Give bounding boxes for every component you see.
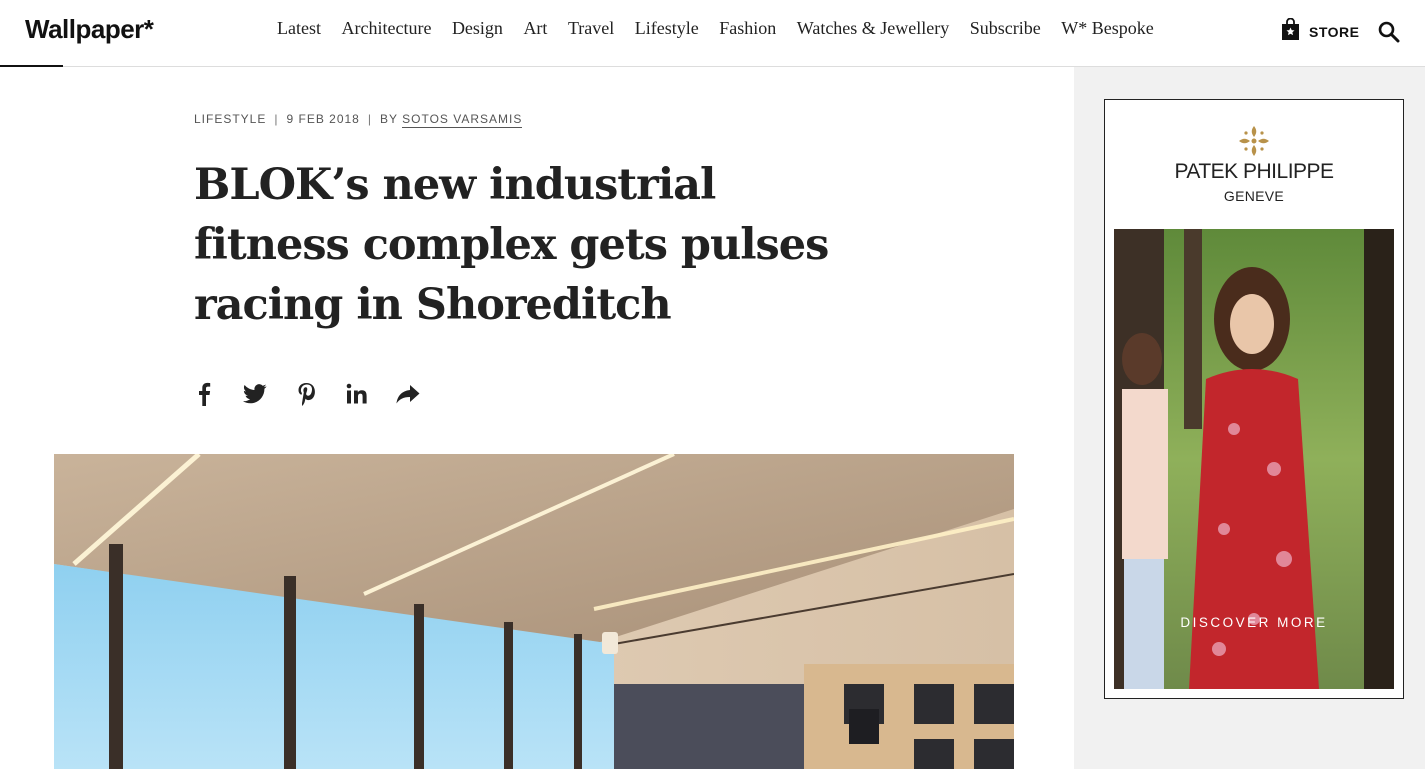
shopping-bag-icon — [1281, 17, 1300, 41]
ad-cta-button[interactable]: DISCOVER MORE — [1114, 615, 1394, 630]
nav-item-watches-jewellery[interactable]: Watches & Jewellery — [797, 18, 950, 39]
store-link[interactable]: STORE — [1281, 17, 1360, 41]
facebook-icon[interactable] — [190, 380, 218, 408]
share-icon[interactable] — [394, 380, 422, 408]
share-bar — [190, 380, 445, 408]
site-logo[interactable]: Wallpaper* — [25, 14, 154, 45]
site-header: Wallpaper* Latest Architecture Design Ar… — [0, 0, 1425, 67]
main-nav: Latest Architecture Design Art Travel Li… — [277, 18, 1174, 39]
linkedin-icon[interactable] — [343, 380, 371, 408]
pinterest-icon[interactable] — [292, 380, 320, 408]
search-icon[interactable] — [1377, 20, 1401, 44]
byline-prefix: BY — [379, 112, 398, 126]
article-author[interactable]: SOTOS VARSAMIS — [402, 112, 523, 128]
nav-item-architecture[interactable]: Architecture — [341, 18, 431, 39]
twitter-icon[interactable] — [241, 380, 269, 408]
nav-item-travel[interactable]: Travel — [568, 18, 614, 39]
article-headline: BLOK’s new industrial fitness complex ge… — [194, 160, 829, 330]
ad-photo: DISCOVER MORE — [1114, 229, 1394, 689]
nav-item-subscribe[interactable]: Subscribe — [970, 18, 1041, 39]
nav-item-latest[interactable]: Latest — [277, 18, 321, 39]
nav-item-design[interactable]: Design — [452, 18, 503, 39]
meta-separator: | — [274, 112, 279, 126]
meta-separator: | — [367, 112, 372, 126]
ad-brand-location: GENEVE — [1223, 188, 1285, 204]
nav-item-lifestyle[interactable]: Lifestyle — [635, 18, 699, 39]
article-meta: LIFESTYLE | 9 FEB 2018 | BY SOTOS VARSAMIS — [194, 112, 523, 128]
nav-item-bespoke[interactable]: W* Bespoke — [1061, 18, 1153, 39]
store-label: STORE — [1309, 23, 1360, 40]
hero-image — [54, 454, 1014, 769]
advertisement[interactable]: PATEK PHILIPPE GENEVE DISCOVER MORE — [1104, 99, 1404, 699]
calatrava-cross-icon — [1237, 124, 1271, 158]
ad-brand-name: PATEK PHILIPPE — [1174, 160, 1334, 183]
article-category[interactable]: LIFESTYLE — [194, 112, 266, 126]
article-date: 9 FEB 2018 — [286, 112, 360, 126]
nav-item-art[interactable]: Art — [523, 18, 547, 39]
logo-underline — [0, 65, 63, 67]
nav-item-fashion[interactable]: Fashion — [719, 18, 776, 39]
